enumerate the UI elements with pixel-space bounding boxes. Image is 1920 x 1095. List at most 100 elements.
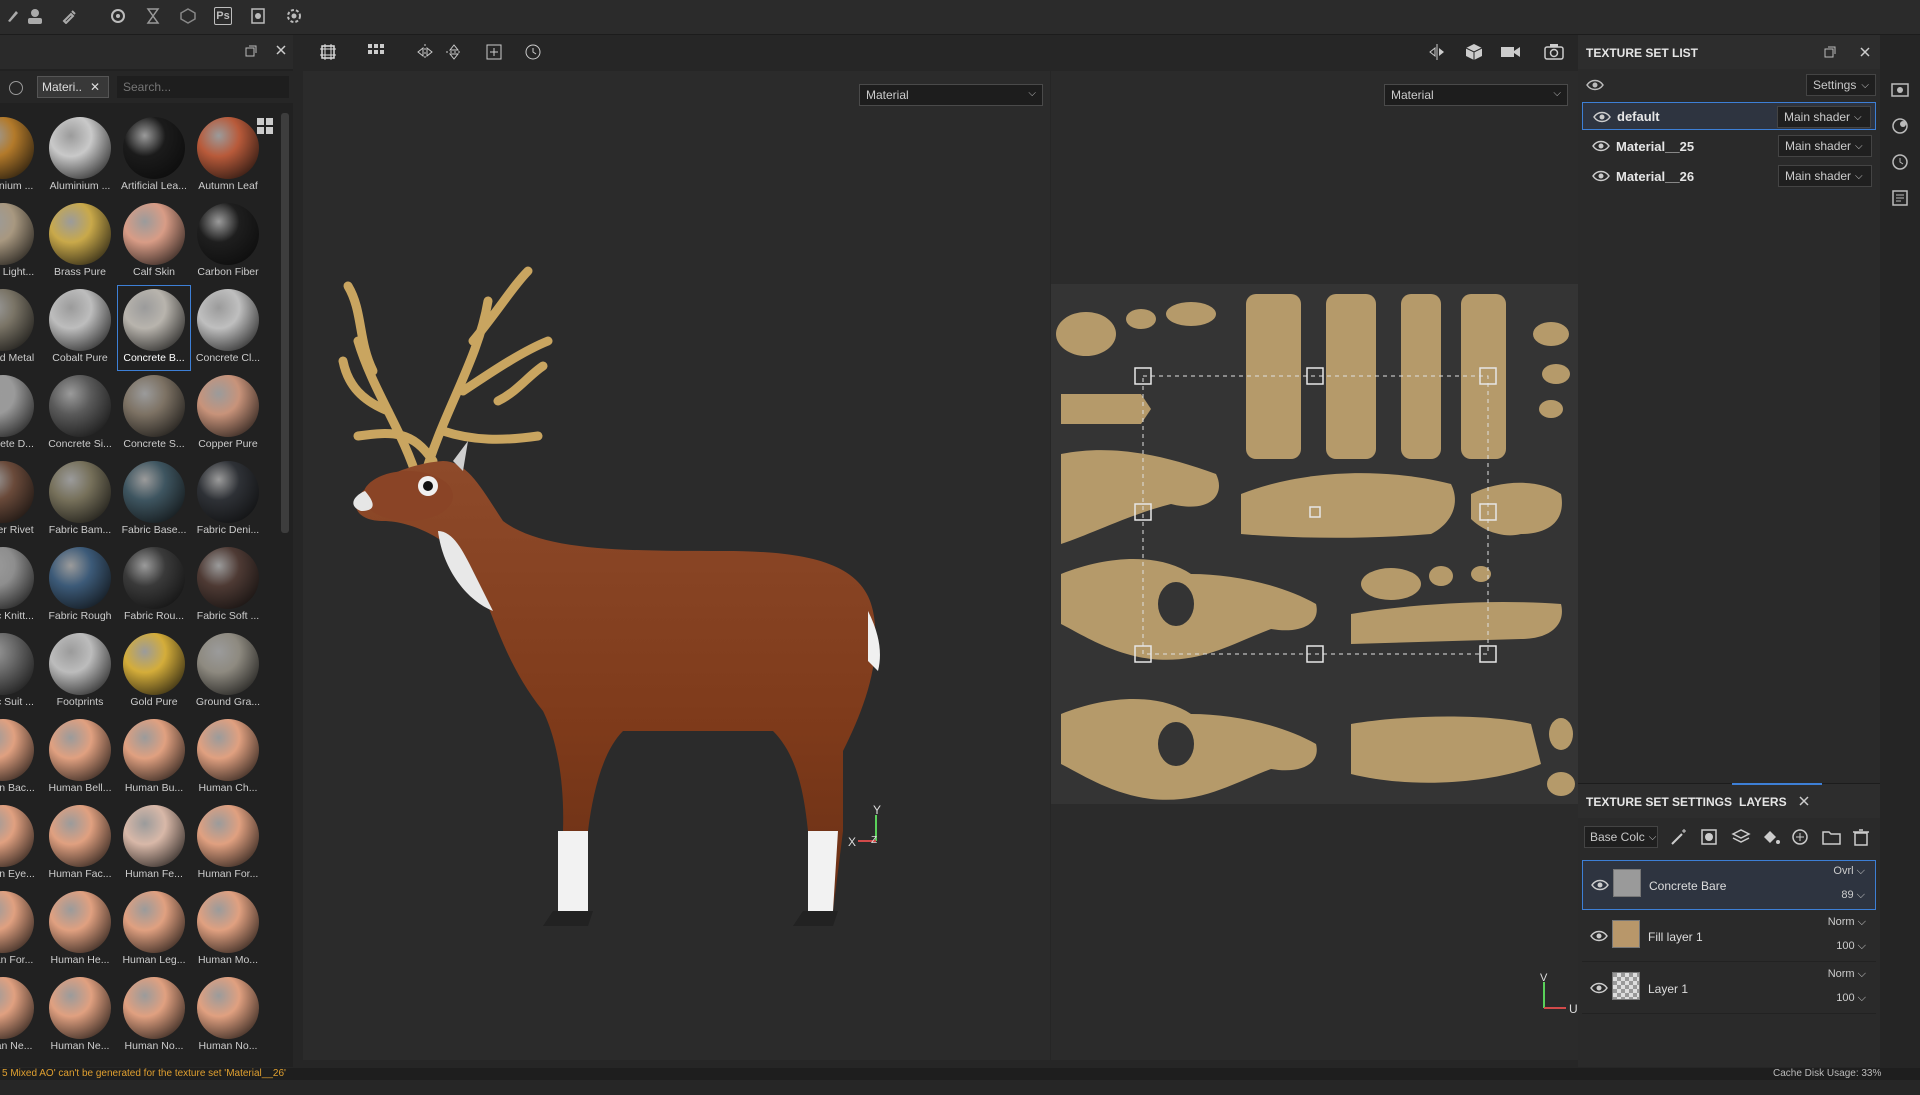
eyedropper-icon[interactable] (58, 5, 80, 27)
cube-icon[interactable] (177, 5, 199, 27)
texture-set-row[interactable]: Material__25 Main shader ⌵ (1582, 132, 1876, 160)
settings-gear-icon[interactable] (283, 5, 305, 27)
material-item[interactable]: Human Bu... (117, 715, 191, 801)
material-item[interactable]: Fabric Rou... (117, 543, 191, 629)
screenshot-camera-icon[interactable] (1544, 43, 1564, 61)
magic-wand-icon[interactable] (1670, 828, 1690, 846)
eye-icon[interactable] (1592, 139, 1610, 153)
grid-view-icon[interactable] (256, 117, 274, 135)
eye-icon[interactable] (1592, 169, 1610, 183)
material-item[interactable]: Fabric Knitt... (0, 543, 40, 629)
layer-row[interactable]: Fill layer 1 Norm ⌵ 100 ⌵ (1582, 912, 1876, 962)
undock-icon[interactable] (1824, 46, 1836, 58)
texture-set-row[interactable]: default Main shader ⌵ (1582, 102, 1876, 130)
material-item[interactable]: Concrete D... (0, 371, 40, 457)
close-icon[interactable] (1859, 46, 1871, 58)
material-item[interactable]: Bread Light... (0, 199, 40, 285)
material-item[interactable]: Fabric Deni... (191, 457, 265, 543)
tab-layers[interactable]: LAYERS (1739, 795, 1787, 809)
material-item[interactable]: Concrete Cl... (191, 285, 265, 371)
settings-dropdown[interactable]: Settings ⌵ (1806, 74, 1876, 96)
add-view-icon[interactable] (485, 43, 503, 61)
eye-icon[interactable] (1590, 929, 1608, 943)
eye-icon[interactable] (1590, 981, 1608, 995)
photoshop-export-icon[interactable]: Ps (212, 5, 234, 27)
material-item[interactable]: Concrete B... (117, 285, 191, 371)
symmetry-x-icon[interactable] (416, 43, 434, 61)
opacity-select[interactable]: 100 ⌵ (1836, 940, 1866, 953)
viewport-3d-channel-select[interactable]: Material ⌵ (859, 84, 1043, 106)
add-folder-icon[interactable] (1822, 828, 1842, 846)
material-item[interactable]: Human Leg... (117, 887, 191, 973)
shader-select[interactable]: Main shader ⌵ (1777, 106, 1871, 128)
material-item[interactable]: Aluminium ... (0, 113, 40, 199)
close-icon[interactable] (1798, 795, 1810, 807)
grid-toggle-icon[interactable] (367, 43, 387, 61)
add-mask-icon[interactable] (1700, 828, 1720, 846)
material-item[interactable]: Human Mo... (191, 887, 265, 973)
layer-row[interactable]: Layer 1 Norm ⌵ 100 ⌵ (1582, 964, 1876, 1014)
document-icon[interactable] (247, 5, 269, 27)
opacity-select[interactable]: 100 ⌵ (1836, 992, 1866, 1005)
chip-close-icon[interactable]: ✕ (90, 80, 100, 94)
tab-texture-set-settings[interactable]: TEXTURE SET SETTINGS (1586, 795, 1732, 809)
material-item[interactable]: Fabric Rough (43, 543, 117, 629)
trash-icon[interactable] (1852, 828, 1870, 846)
brush-icon[interactable] (2, 5, 24, 27)
material-item[interactable]: Human Ne... (43, 973, 117, 1059)
material-item[interactable]: Human Eye... (0, 801, 40, 887)
material-item[interactable]: Footprints (43, 629, 117, 715)
filter-chip[interactable]: Materi.. ✕ (37, 76, 109, 98)
opacity-select[interactable]: 89 ⌵ (1841, 889, 1865, 902)
log-icon[interactable] (1891, 189, 1909, 207)
material-item[interactable]: Artificial Lea... (117, 113, 191, 199)
shelf-search-input[interactable] (117, 76, 289, 98)
material-item[interactable]: Human For... (0, 887, 40, 973)
close-icon[interactable] (275, 44, 287, 56)
blend-mode-select[interactable]: Norm ⌵ (1828, 968, 1866, 981)
hourglass-icon[interactable] (142, 5, 164, 27)
material-item[interactable]: Human Fe... (117, 801, 191, 887)
display-settings-icon[interactable] (1891, 81, 1909, 99)
material-item[interactable]: Human No... (117, 973, 191, 1059)
frame-selection-icon[interactable] (319, 43, 337, 61)
material-item[interactable]: Concrete S... (117, 371, 191, 457)
material-item[interactable]: Human Ne... (0, 973, 40, 1059)
viewport-2d-channel-select[interactable]: Material ⌵ (1384, 84, 1568, 106)
reset-view-icon[interactable] (524, 43, 542, 61)
history-icon[interactable] (1891, 153, 1909, 171)
add-paint-layer-icon[interactable] (1791, 828, 1811, 846)
display-mode-cube-icon[interactable] (1464, 43, 1484, 61)
material-item[interactable]: Human Bell... (43, 715, 117, 801)
material-item[interactable]: Concrete Si... (43, 371, 117, 457)
material-item[interactable]: Gold Pure (117, 629, 191, 715)
bake-icon[interactable] (107, 5, 129, 27)
uv-texture-area[interactable] (1051, 284, 1578, 804)
material-item[interactable]: Fabric Bam... (43, 457, 117, 543)
material-item[interactable]: Copper Rivet (0, 457, 40, 543)
camera-video-icon[interactable] (1500, 43, 1522, 61)
user-stamp-icon[interactable] (24, 5, 46, 27)
filter-circle-icon[interactable] (8, 80, 24, 96)
material-item[interactable]: Carbon Fiber (191, 199, 265, 285)
material-item[interactable]: Fabric Soft ... (191, 543, 265, 629)
material-item[interactable]: Ground Gra... (191, 629, 265, 715)
shader-select[interactable]: Main shader ⌵ (1778, 165, 1872, 187)
material-item[interactable]: Human Ch... (191, 715, 265, 801)
undock-icon[interactable] (245, 45, 257, 57)
blend-mode-select[interactable]: Ovrl ⌵ (1833, 865, 1865, 878)
layer-row[interactable]: Concrete Bare Ovrl ⌵ 89 ⌵ (1582, 860, 1876, 910)
material-item[interactable]: Copper Pure (191, 371, 265, 457)
visibility-toggle-icon[interactable] (1586, 78, 1604, 92)
material-item[interactable]: Cobalt Pure (43, 285, 117, 371)
blend-mode-select[interactable]: Norm ⌵ (1828, 916, 1866, 929)
material-item[interactable]: Fabric Suit ... (0, 629, 40, 715)
material-item[interactable]: Fabric Base... (117, 457, 191, 543)
material-item[interactable]: Human He... (43, 887, 117, 973)
symmetry-mode-icon[interactable] (1427, 43, 1447, 61)
eye-icon[interactable] (1591, 878, 1609, 892)
shelf-scrollbar[interactable] (281, 113, 289, 533)
material-item[interactable]: Human Bac... (0, 715, 40, 801)
add-effect-icon[interactable] (1731, 828, 1751, 846)
eye-icon[interactable] (1593, 110, 1611, 124)
